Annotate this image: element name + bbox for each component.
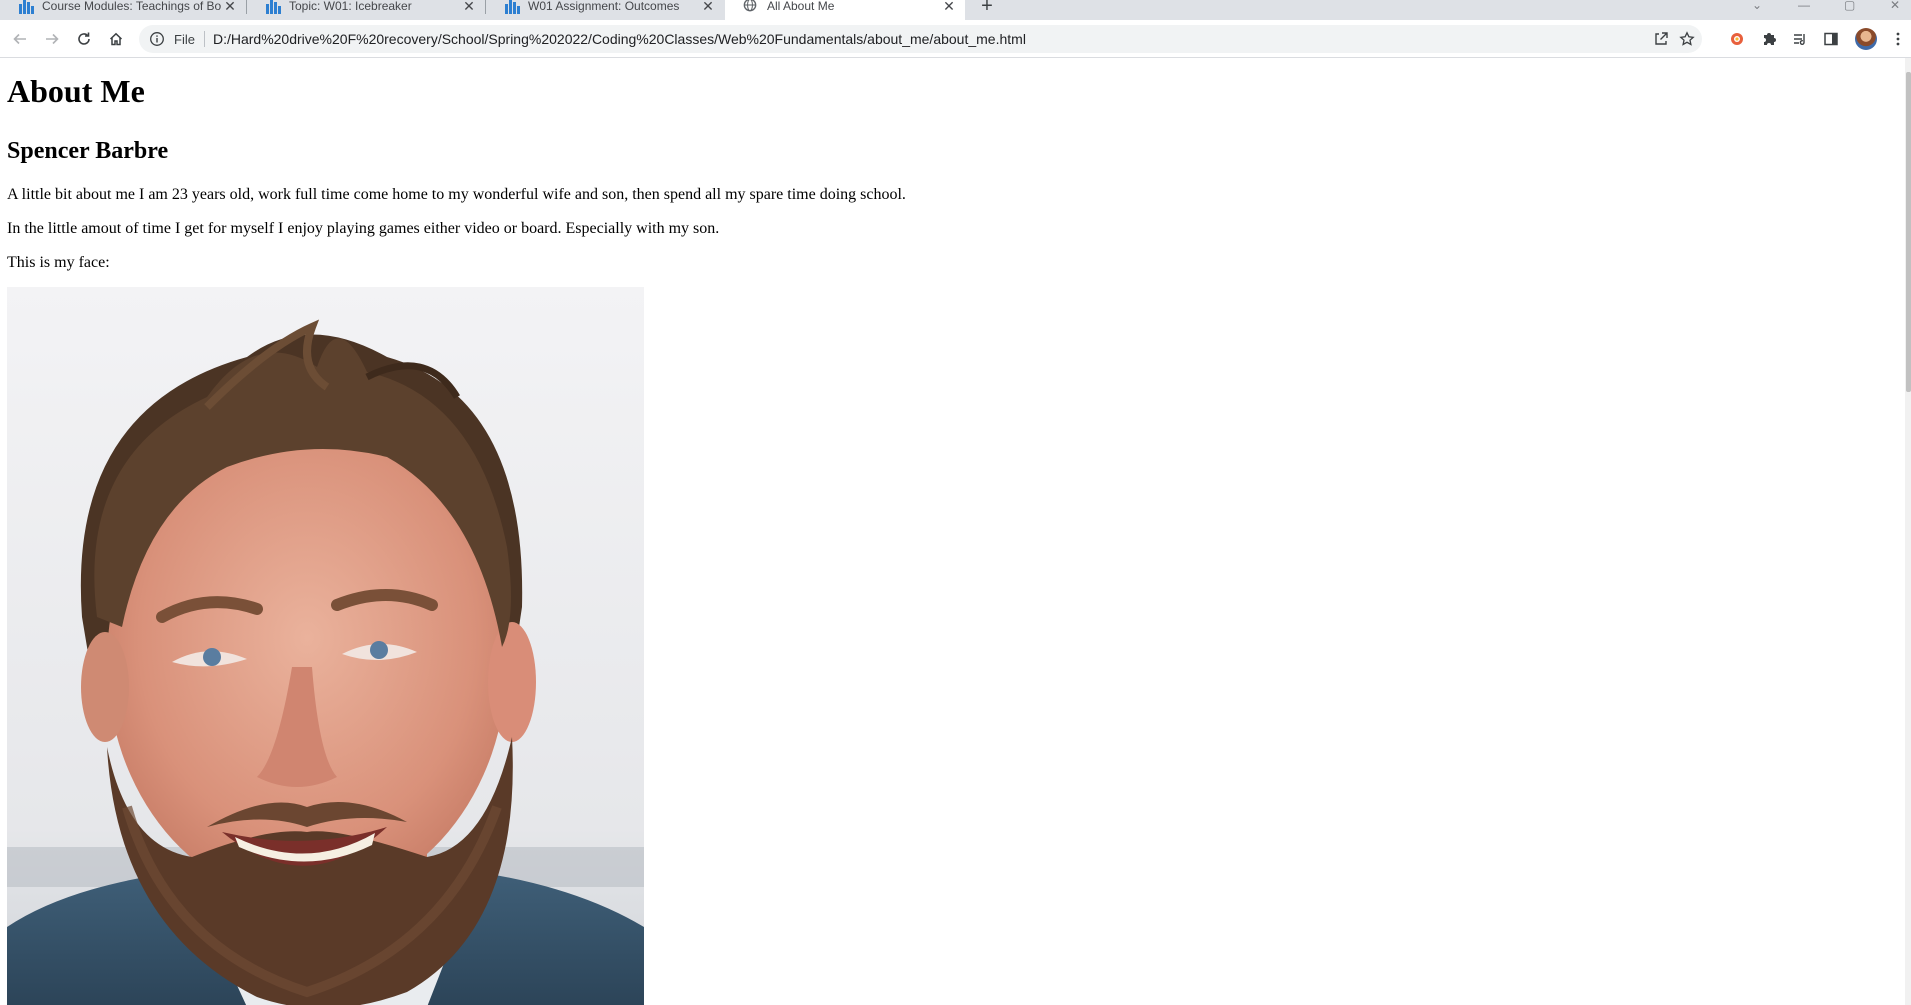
reading-list-icon[interactable] (1788, 27, 1812, 51)
canvas-logo-icon (265, 0, 281, 14)
new-tab-icon[interactable]: + (975, 0, 999, 18)
extension-icon[interactable] (1725, 27, 1749, 51)
canvas-logo-icon (504, 0, 520, 14)
tab-title: W01 Assignment: Outcomes (528, 0, 680, 13)
page-subheading: Spencer Barbre (7, 138, 169, 164)
minimize-icon[interactable]: — (1798, 0, 1810, 12)
profile-photo (7, 287, 644, 1005)
reload-icon[interactable] (72, 27, 96, 51)
menu-kebab-icon[interactable] (1886, 27, 1910, 51)
address-bar[interactable]: File D:/Hard%20drive%20F%20recovery/Scho… (139, 25, 1702, 53)
tab-course-modules[interactable]: Course Modules: Teachings of Bo ✕ (0, 0, 246, 20)
scheme-label: File (174, 31, 195, 47)
profile-avatar[interactable] (1855, 28, 1877, 50)
tab-icebreaker[interactable]: Topic: W01: Icebreaker ✕ (247, 0, 485, 20)
url-text[interactable]: D:/Hard%20drive%20F%20recovery/School/Sp… (213, 31, 1026, 47)
browser-toolbar: File D:/Hard%20drive%20F%20recovery/Scho… (0, 20, 1911, 58)
close-icon[interactable]: ✕ (700, 0, 716, 14)
hobbies-paragraph: In the little amout of time I get for my… (7, 220, 720, 237)
forward-icon[interactable] (40, 27, 64, 51)
extensions-puzzle-icon[interactable] (1757, 27, 1781, 51)
page-heading: About Me (7, 73, 145, 109)
close-icon[interactable]: ✕ (941, 0, 957, 14)
tab-title: Topic: W01: Icebreaker (289, 0, 412, 13)
scrollbar-thumb[interactable] (1906, 72, 1911, 392)
tab-strip: Course Modules: Teachings of Bo ✕ Topic:… (0, 0, 1911, 20)
side-panel-icon[interactable] (1819, 27, 1843, 51)
tab-search-icon[interactable]: ⌄ (1752, 0, 1762, 12)
back-icon[interactable] (8, 27, 32, 51)
tab-all-about-me[interactable]: All About Me ✕ (725, 0, 965, 20)
globe-icon (743, 0, 759, 14)
tab-outcomes[interactable]: W01 Assignment: Outcomes ✕ (486, 0, 724, 20)
intro-paragraph: A little bit about me I am 23 years old,… (7, 186, 906, 203)
restore-icon[interactable]: ▢ (1844, 0, 1855, 12)
face-caption: This is my face: (7, 254, 110, 271)
bookmark-star-icon[interactable] (1679, 31, 1695, 47)
home-icon[interactable] (104, 27, 128, 51)
close-icon[interactable]: ✕ (461, 0, 477, 14)
close-icon[interactable]: ✕ (222, 0, 238, 14)
share-icon[interactable] (1653, 31, 1669, 47)
canvas-logo-icon (18, 0, 34, 14)
vertical-scrollbar[interactable] (1905, 58, 1911, 1005)
divider (203, 31, 205, 47)
page-content: About Me Spencer Barbre A little bit abo… (0, 58, 1905, 1005)
window-close-icon[interactable]: ✕ (1890, 0, 1900, 12)
tab-title: All About Me (767, 0, 835, 13)
tab-title: Course Modules: Teachings of Bo (42, 0, 222, 13)
site-info-icon[interactable] (149, 31, 165, 47)
